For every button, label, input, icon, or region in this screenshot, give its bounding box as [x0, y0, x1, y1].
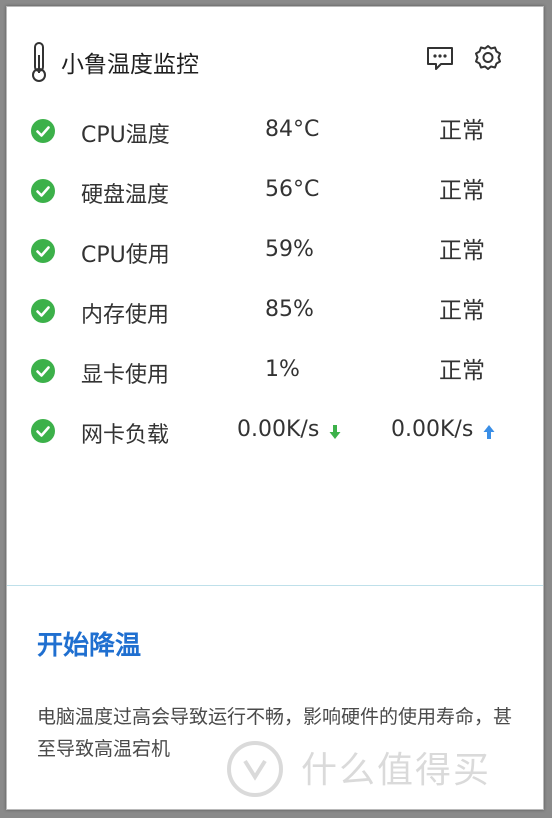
network-download-speed: 0.00K/s [237, 417, 320, 442]
metric-name: CPU使用 [81, 243, 170, 268]
metric-row-network-load: 网卡负载 0.00K/s 0.00K/s [7, 415, 543, 465]
temperature-monitor-window: 小鲁温度监控 CPU温度 84°C 正常 硬盘温度 56°C 正常 CPU使用 … [6, 6, 544, 810]
metric-name: CPU温度 [81, 123, 170, 148]
metric-name: 硬盘温度 [81, 183, 170, 208]
check-circle-icon [31, 179, 55, 203]
start-cooling-link[interactable]: 开始降温 [37, 625, 141, 662]
metric-row-cpu-usage: CPU使用 59% 正常 [7, 235, 543, 285]
metric-value: 59% [265, 237, 314, 262]
metric-row-disk-temp: 硬盘温度 56°C 正常 [7, 175, 543, 225]
network-name: 网卡负载 [81, 423, 170, 448]
metric-value: 56°C [265, 177, 320, 202]
metric-value: 85% [265, 297, 314, 322]
watermark-text: 什么值得买 [301, 750, 492, 791]
check-circle-icon [31, 359, 55, 383]
metric-status: 正常 [439, 298, 485, 324]
metric-value: 1% [265, 357, 300, 382]
check-circle-icon [31, 419, 55, 443]
watermark-logo-icon [227, 741, 283, 797]
check-circle-icon [31, 299, 55, 323]
metric-row-memory-usage: 内存使用 85% 正常 [7, 295, 543, 345]
section-divider [7, 585, 543, 586]
app-title: 小鲁温度监控 [61, 52, 199, 78]
metric-status: 正常 [439, 238, 485, 264]
metric-name: 显卡使用 [81, 363, 170, 388]
metric-value: 84°C [265, 117, 320, 142]
header: 小鲁温度监控 [7, 7, 543, 107]
gear-icon[interactable] [473, 43, 503, 73]
check-circle-icon [31, 239, 55, 263]
network-upload-speed: 0.00K/s [391, 417, 474, 442]
metric-name: 内存使用 [81, 303, 170, 328]
metric-row-gpu-usage: 显卡使用 1% 正常 [7, 355, 543, 405]
metric-row-cpu-temp: CPU温度 84°C 正常 [7, 115, 543, 165]
metric-status: 正常 [439, 358, 485, 384]
thermometer-icon [32, 42, 46, 82]
metric-status: 正常 [439, 118, 485, 144]
check-circle-icon [31, 119, 55, 143]
arrow-down-icon [329, 425, 341, 439]
watermark: 什么值得买 [223, 737, 543, 797]
metric-status: 正常 [439, 178, 485, 204]
message-icon[interactable] [425, 43, 455, 73]
arrow-up-icon [483, 425, 495, 439]
